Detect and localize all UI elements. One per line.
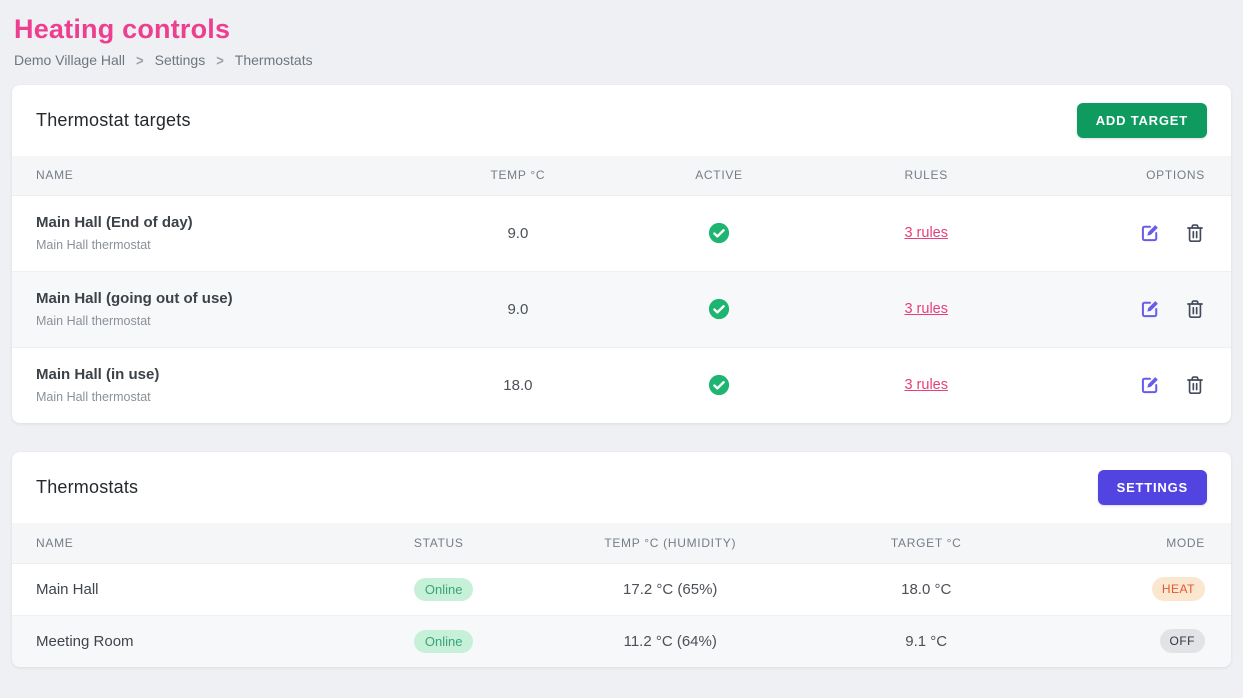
column-header-options: OPTIONS [1036,156,1231,195]
mode-badge: OFF [1160,629,1206,653]
column-header-temp: TEMP °C [414,156,621,195]
chevron-right-icon: > [136,51,144,68]
edit-icon[interactable] [1140,375,1160,395]
target-thermostat-label: Main Hall thermostat [36,238,414,252]
column-header-name: NAME [12,156,414,195]
trash-icon[interactable] [1185,223,1205,243]
active-check-icon [708,222,730,244]
targets-card-title: Thermostat targets [36,110,191,131]
thermostat-temp: 11.2 °C (64%) [561,615,780,667]
status-badge: Online [414,630,474,653]
active-check-icon [708,374,730,396]
column-header-rules: RULES [817,156,1036,195]
thermostat-target: 9.1 °C [780,615,1073,667]
active-check-icon [708,298,730,320]
target-name: Main Hall (End of day) [36,214,414,231]
trash-icon[interactable] [1185,375,1205,395]
target-row: Main Hall (going out of use) Main Hall t… [12,271,1231,347]
target-name: Main Hall (going out of use) [36,290,414,307]
thermostat-target: 18.0 °C [780,563,1073,615]
target-row: Main Hall (End of day) Main Hall thermos… [12,195,1231,271]
add-target-button[interactable]: ADD TARGET [1077,103,1207,138]
column-header-name: NAME [12,523,390,563]
thermostat-name: Main Hall [12,563,390,615]
target-thermostat-label: Main Hall thermostat [36,390,414,404]
breadcrumb-item-settings[interactable]: Settings [155,52,206,68]
target-temp: 18.0 [414,347,621,423]
target-name: Main Hall (in use) [36,366,414,383]
column-header-status: STATUS [390,523,561,563]
status-badge: Online [414,578,474,601]
thermostat-targets-card: Thermostat targets ADD TARGET NAME TEMP … [12,85,1231,423]
table-header-row: NAME STATUS TEMP °C (HUMIDITY) TARGET °C… [12,523,1231,563]
column-header-active: ACTIVE [621,156,816,195]
target-temp: 9.0 [414,195,621,271]
breadcrumb: Demo Village Hall > Settings > Thermosta… [14,52,1243,68]
column-header-temp: TEMP °C (HUMIDITY) [561,523,780,563]
thermostat-row: Meeting Room Online 11.2 °C (64%) 9.1 °C… [12,615,1231,667]
target-row: Main Hall (in use) Main Hall thermostat … [12,347,1231,423]
rules-link[interactable]: 3 rules [904,377,948,393]
thermostat-row: Main Hall Online 17.2 °C (65%) 18.0 °C H… [12,563,1231,615]
table-header-row: NAME TEMP °C ACTIVE RULES OPTIONS [12,156,1231,195]
edit-icon[interactable] [1140,223,1160,243]
edit-icon[interactable] [1140,299,1160,319]
rules-link[interactable]: 3 rules [904,301,948,317]
settings-button[interactable]: SETTINGS [1098,470,1207,505]
chevron-right-icon: > [216,51,224,68]
target-temp: 9.0 [414,271,621,347]
thermostats-card-title: Thermostats [36,477,138,498]
mode-badge: HEAT [1152,577,1205,601]
column-header-mode: MODE [1072,523,1231,563]
rules-link[interactable]: 3 rules [904,225,948,241]
breadcrumb-item-demo-village-hall[interactable]: Demo Village Hall [14,52,125,68]
thermostats-card: Thermostats SETTINGS NAME STATUS TEMP °C… [12,452,1231,667]
target-thermostat-label: Main Hall thermostat [36,314,414,328]
thermostat-name: Meeting Room [12,615,390,667]
trash-icon[interactable] [1185,299,1205,319]
thermostat-temp: 17.2 °C (65%) [561,563,780,615]
thermostats-table: NAME STATUS TEMP °C (HUMIDITY) TARGET °C… [12,523,1231,667]
column-header-target: TARGET °C [780,523,1073,563]
page-title: Heating controls [14,14,1229,45]
breadcrumb-item-thermostats: Thermostats [235,52,313,68]
thermostat-targets-table: NAME TEMP °C ACTIVE RULES OPTIONS Main H… [12,156,1231,423]
